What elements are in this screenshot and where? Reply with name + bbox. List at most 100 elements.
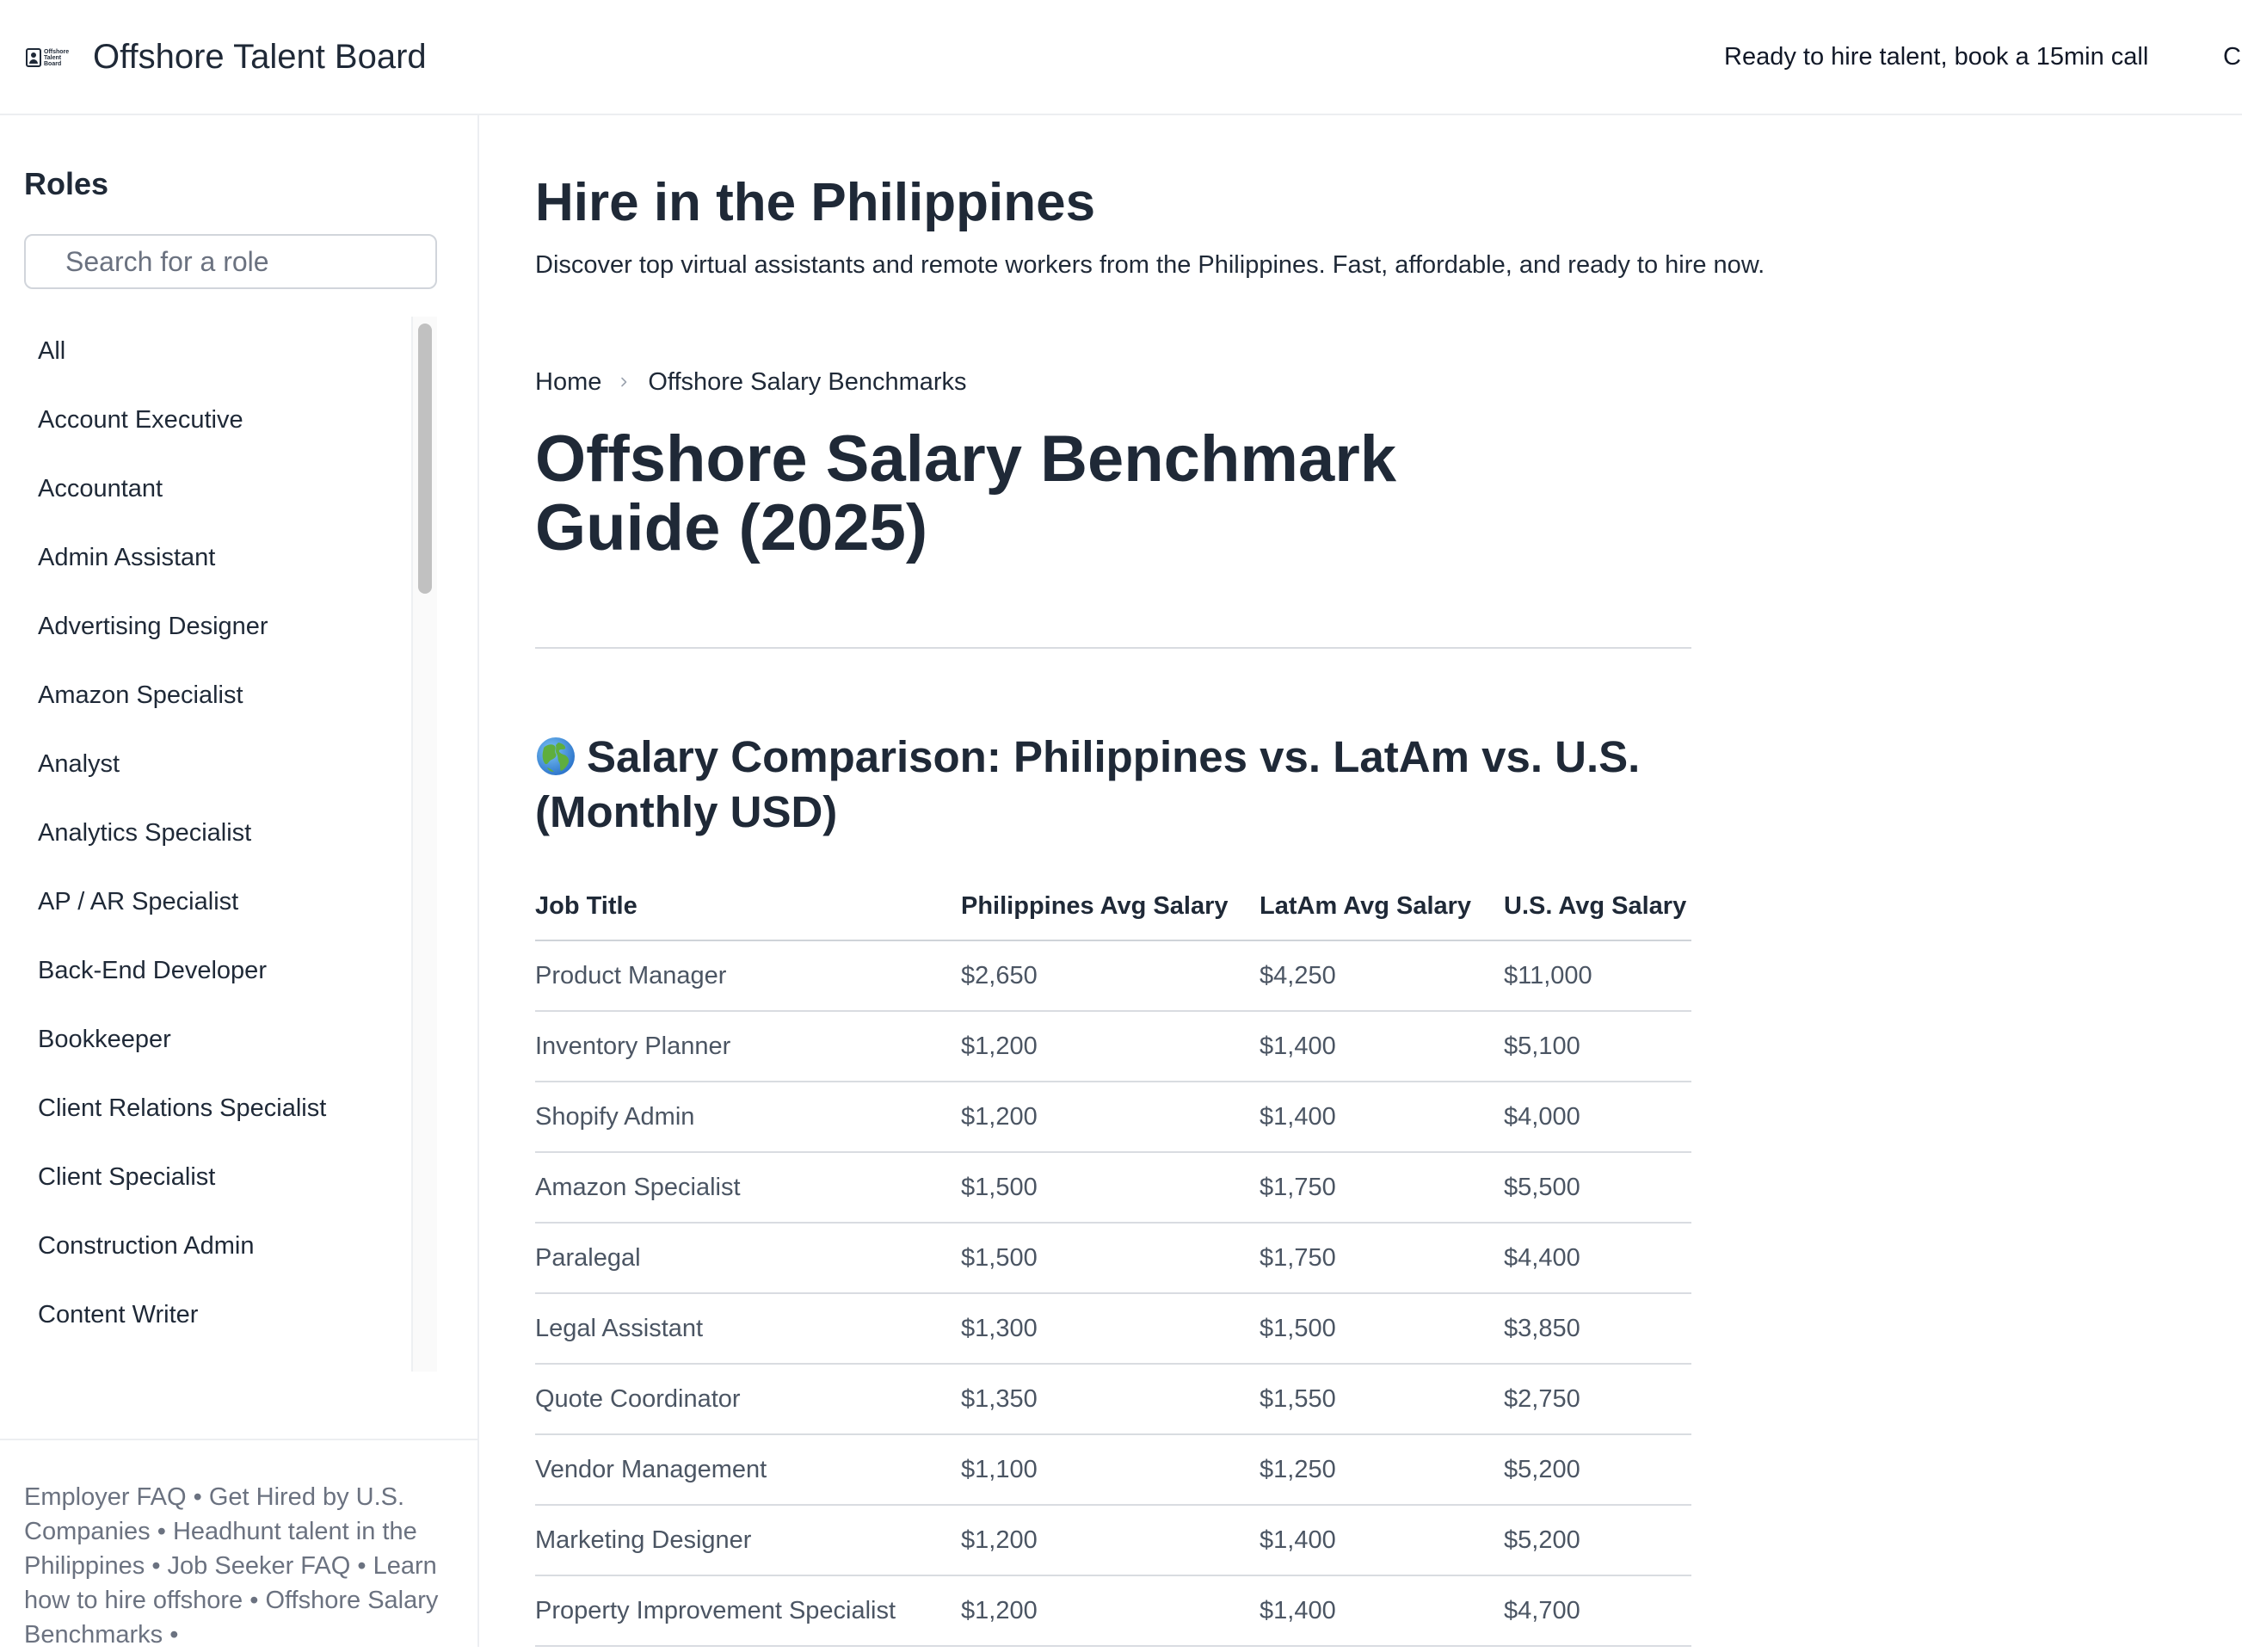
guide-title: Offshore Salary Benchmark Guide (2025) <box>535 422 1397 564</box>
sidebar-divider <box>0 1439 477 1440</box>
cell-latam-salary: $1,400 <box>1260 1575 1504 1647</box>
cell-job-title: Property Improvement Specialist <box>535 1575 961 1647</box>
cell-philippines-salary: $1,200 <box>961 1082 1260 1153</box>
cell-philippines-salary: $1,350 <box>961 1364 1260 1435</box>
role-item-accountant[interactable]: Accountant <box>0 454 411 523</box>
table-row: Property Improvement Specialist $1,200 $… <box>535 1575 1691 1647</box>
page-heading: Hire in the Philippines <box>535 173 1096 232</box>
role-item-bookkeeper[interactable]: Bookkeeper <box>0 1005 411 1074</box>
column-header-philippines: Philippines Avg Salary <box>961 872 1260 941</box>
breadcrumb-current[interactable]: Offshore Salary Benchmarks <box>648 368 966 397</box>
cell-job-title: Shopify Admin <box>535 1082 961 1153</box>
role-item-analytics-specialist[interactable]: Analytics Specialist <box>0 798 411 867</box>
cell-latam-salary: $1,400 <box>1260 1011 1504 1082</box>
footer-separator: • <box>163 1621 179 1649</box>
cell-us-salary: $11,000 <box>1504 940 1691 1012</box>
cell-philippines-salary: $1,200 <box>961 1505 1260 1576</box>
role-item-ap-ar-specialist[interactable]: AP / AR Specialist <box>0 867 411 936</box>
section-title-text: Salary Comparison: Philippines vs. LatAm… <box>535 732 1641 836</box>
breadcrumb-home[interactable]: Home <box>535 368 601 397</box>
cell-latam-salary: $1,750 <box>1260 1223 1504 1294</box>
role-list-scrollbar[interactable] <box>411 317 437 1372</box>
footer-separator: • <box>350 1552 373 1580</box>
cell-philippines-salary: $1,200 <box>961 1575 1260 1647</box>
cell-job-title: Vendor Management <box>535 1434 961 1506</box>
role-item-admin-assistant[interactable]: Admin Assistant <box>0 523 411 592</box>
cell-latam-salary: $1,750 <box>1260 1152 1504 1224</box>
logo-text: Offshore Talent Board <box>44 48 70 67</box>
brand-name[interactable]: Offshore Talent Board <box>93 33 427 81</box>
cell-us-salary: $5,200 <box>1504 1434 1691 1506</box>
footer-separator: • <box>243 1587 266 1614</box>
table-row: Marketing Designer $1,200 $1,400 $5,200 <box>535 1505 1691 1576</box>
scrollbar-thumb[interactable] <box>418 324 432 594</box>
header-link-clipped[interactable]: Ca <box>2223 40 2242 74</box>
footer-link-employer-faq[interactable]: Employer FAQ <box>24 1483 187 1511</box>
cell-us-salary: $5,500 <box>1504 1152 1691 1224</box>
cell-latam-salary: $4,250 <box>1260 940 1504 1012</box>
footer-separator: • <box>145 1552 168 1580</box>
cell-job-title: Marketing Designer <box>535 1505 961 1576</box>
footer-separator: • <box>150 1518 173 1545</box>
cell-us-salary: $4,400 <box>1504 1223 1691 1294</box>
cell-us-salary: $4,700 <box>1504 1575 1691 1647</box>
logo[interactable]: Offshore Talent Board <box>26 46 74 69</box>
cell-latam-salary: $1,550 <box>1260 1364 1504 1435</box>
cell-job-title: Quote Coordinator <box>535 1364 961 1435</box>
globe-icon <box>537 737 575 775</box>
table-header-row: Job Title Philippines Avg Salary LatAm A… <box>535 872 1691 941</box>
sidebar-footer-links: Employer FAQ • Get Hired by U.S. Compani… <box>24 1480 446 1652</box>
page-subheading: Discover top virtual assistants and remo… <box>535 251 1765 279</box>
role-search-box[interactable] <box>24 234 437 289</box>
cell-philippines-salary: $1,100 <box>961 1434 1260 1506</box>
role-item-client-specialist[interactable]: Client Specialist <box>0 1143 411 1211</box>
table-row: Shopify Admin $1,200 $1,400 $4,000 <box>535 1082 1691 1153</box>
role-item-construction-admin[interactable]: Construction Admin <box>0 1211 411 1280</box>
section-divider <box>535 647 1691 649</box>
table-row: Amazon Specialist $1,500 $1,750 $5,500 <box>535 1152 1691 1224</box>
cell-latam-salary: $1,400 <box>1260 1082 1504 1153</box>
cell-latam-salary: $1,500 <box>1260 1293 1504 1365</box>
role-item-analyst[interactable]: Analyst <box>0 730 411 798</box>
cell-philippines-salary: $1,200 <box>961 1011 1260 1082</box>
role-list: All Account Executive Accountant Admin A… <box>0 317 411 1372</box>
role-search-input[interactable] <box>65 236 427 287</box>
cell-job-title: Paralegal <box>535 1223 961 1294</box>
table-row: Paralegal $1,500 $1,750 $4,400 <box>535 1223 1691 1294</box>
role-item-back-end-developer[interactable]: Back-End Developer <box>0 936 411 1005</box>
roles-sidebar: Roles All Account Executive Accountant A… <box>0 115 479 1649</box>
table-row: Vendor Management $1,100 $1,250 $5,200 <box>535 1434 1691 1506</box>
role-item-amazon-specialist[interactable]: Amazon Specialist <box>0 661 411 730</box>
role-item-client-relations-specialist[interactable]: Client Relations Specialist <box>0 1074 411 1143</box>
cell-us-salary: $5,100 <box>1504 1011 1691 1082</box>
cell-job-title: Inventory Planner <box>535 1011 961 1082</box>
table-row: Product Manager $2,650 $4,250 $11,000 <box>535 940 1691 1012</box>
cell-us-salary: $5,200 <box>1504 1505 1691 1576</box>
table-row: Quote Coordinator $1,350 $1,550 $2,750 <box>535 1364 1691 1435</box>
sidebar-title: Roles <box>24 166 109 201</box>
column-header-job-title: Job Title <box>535 872 961 941</box>
role-item-content-writer[interactable]: Content Writer <box>0 1280 411 1349</box>
role-item-account-executive[interactable]: Account Executive <box>0 385 411 454</box>
column-header-us: U.S. Avg Salary <box>1504 872 1691 941</box>
logo-icon <box>26 48 41 67</box>
cell-philippines-salary: $1,300 <box>961 1293 1260 1365</box>
cell-latam-salary: $1,250 <box>1260 1434 1504 1506</box>
cell-job-title: Legal Assistant <box>535 1293 961 1365</box>
cell-job-title: Product Manager <box>535 940 961 1012</box>
role-item-advertising-designer[interactable]: Advertising Designer <box>0 592 411 661</box>
cell-us-salary: $4,000 <box>1504 1082 1691 1153</box>
cell-philippines-salary: $1,500 <box>961 1223 1260 1294</box>
footer-link-job-seeker-faq[interactable]: Job Seeker FAQ <box>168 1552 351 1580</box>
cell-latam-salary: $1,400 <box>1260 1505 1504 1576</box>
table-row: Legal Assistant $1,300 $1,500 $3,850 <box>535 1293 1691 1365</box>
cell-us-salary: $3,850 <box>1504 1293 1691 1365</box>
footer-separator: • <box>186 1483 209 1511</box>
column-header-latam: LatAm Avg Salary <box>1260 872 1504 941</box>
role-item-all[interactable]: All <box>0 317 411 385</box>
salary-comparison-table: Job Title Philippines Avg Salary LatAm A… <box>535 872 1691 1647</box>
book-call-link[interactable]: Ready to hire talent, book a 15min call <box>1724 40 2148 74</box>
section-title: Salary Comparison: Philippines vs. LatAm… <box>535 730 1691 840</box>
cell-philippines-salary: $2,650 <box>961 940 1260 1012</box>
cell-us-salary: $2,750 <box>1504 1364 1691 1435</box>
